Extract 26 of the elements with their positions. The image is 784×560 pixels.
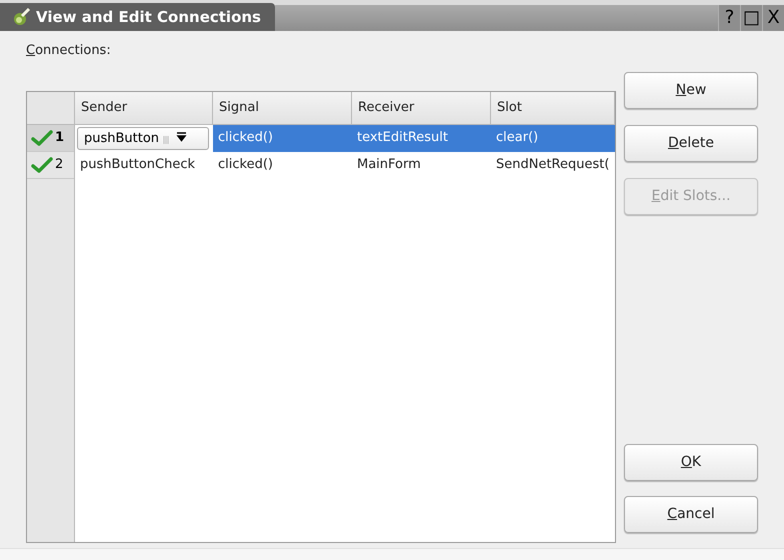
- table-cell: clear(): [491, 125, 615, 152]
- table-cell: SendNetRequest(: [491, 152, 615, 179]
- dialog-button[interactable]: Cancel: [624, 496, 758, 533]
- checkmark-icon: [31, 130, 53, 146]
- column-header[interactable]: Receiver: [352, 92, 491, 125]
- table-cell: textEditResult: [352, 125, 491, 152]
- row-number: 1: [55, 129, 64, 148]
- dialog-button[interactable]: Delete: [624, 125, 758, 162]
- help-button[interactable]: ?: [718, 5, 740, 31]
- sender-combobox[interactable]: pushButton: [77, 127, 209, 150]
- checkmark-icon: [31, 157, 53, 173]
- column-header[interactable]: Slot: [491, 92, 615, 125]
- row-number: 2: [55, 156, 64, 174]
- window-title: View and Edit Connections: [36, 6, 261, 28]
- connections-label: Connections:: [26, 42, 112, 60]
- row-header[interactable]: 1: [27, 125, 74, 152]
- column-header[interactable]: Signal: [213, 92, 352, 125]
- table-cell: clicked(): [213, 152, 352, 179]
- close-button[interactable]: X: [762, 5, 784, 31]
- dialog-button[interactable]: New: [624, 72, 758, 109]
- maximize-button[interactable]: □: [740, 5, 762, 31]
- table-cell: clicked(): [213, 125, 352, 152]
- dialog-button[interactable]: OK: [624, 444, 758, 481]
- table-cell: pushButtonCheck: [75, 152, 213, 179]
- table-cell: MainForm: [352, 152, 491, 179]
- column-header[interactable]: Sender: [75, 92, 213, 125]
